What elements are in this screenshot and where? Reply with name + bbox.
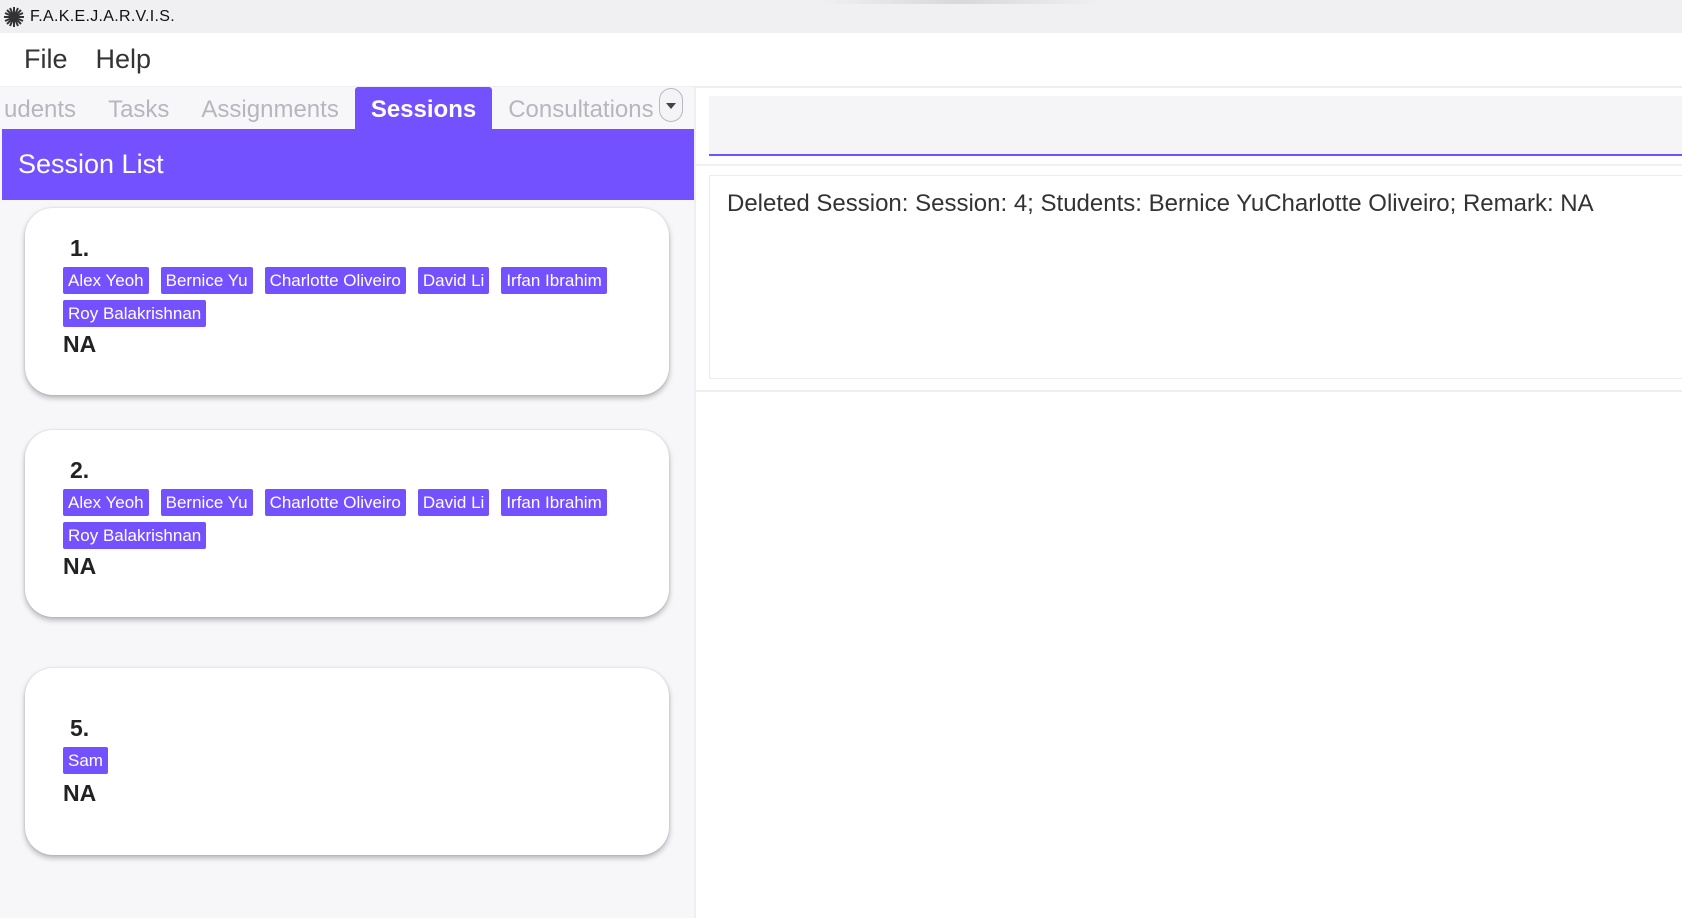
- student-tag: David Li: [417, 267, 490, 294]
- student-tag: Irfan Ibrahim: [501, 489, 607, 516]
- session-index: 1.: [70, 235, 90, 261]
- student-tag: Bernice Yu: [160, 267, 253, 294]
- student-tag: Alex Yeoh: [63, 267, 149, 294]
- command-box[interactable]: [709, 96, 1682, 156]
- student-tags: Alex Yeoh Bernice Yu Charlotte Oliveiro …: [63, 267, 623, 333]
- tab-strip: udents Tasks Assignments Sessions Consul…: [0, 87, 694, 129]
- title-bar-shading: [820, 0, 1100, 4]
- tab-assignments[interactable]: Assignments: [185, 87, 354, 129]
- window-title-bar: F.A.K.E.J.A.R.V.I.S.: [0, 0, 1682, 33]
- session-card[interactable]: 2. Alex Yeoh Bernice Yu Charlotte Olivei…: [25, 430, 669, 617]
- student-tag: Roy Balakrishnan: [63, 522, 207, 549]
- tab-sessions[interactable]: Sessions: [354, 87, 493, 129]
- left-pane: udents Tasks Assignments Sessions Consul…: [0, 87, 696, 918]
- student-tag: Roy Balakrishnan: [63, 300, 207, 327]
- command-area-divider: [694, 164, 1682, 166]
- session-remark: NA: [63, 780, 97, 806]
- session-card[interactable]: 5. Sam NA: [25, 668, 669, 855]
- chevron-down-icon: [666, 96, 676, 114]
- result-display: Deleted Session: Session: 4; Students: B…: [709, 175, 1682, 379]
- student-tags: Alex Yeoh Bernice Yu Charlotte Oliveiro …: [63, 489, 623, 555]
- tab-overflow-button[interactable]: [659, 88, 683, 122]
- menu-help[interactable]: Help: [96, 44, 152, 75]
- student-tag: Irfan Ibrahim: [501, 267, 607, 294]
- spiky-logo-icon: [3, 6, 25, 28]
- command-input[interactable]: [709, 96, 1682, 154]
- student-tag: Charlotte Oliveiro: [264, 489, 406, 516]
- session-card[interactable]: 1. Alex Yeoh Bernice Yu Charlotte Olivei…: [25, 208, 669, 395]
- window-title: F.A.K.E.J.A.R.V.I.S.: [30, 7, 176, 25]
- student-tag: Alex Yeoh: [63, 489, 149, 516]
- student-tag: Sam: [63, 747, 108, 774]
- tab-tasks[interactable]: Tasks: [92, 87, 185, 129]
- session-list-header: Session List: [2, 129, 694, 200]
- tab-consultations[interactable]: Consultations: [492, 87, 669, 129]
- session-remark: NA: [63, 331, 97, 357]
- session-remark: NA: [63, 553, 97, 579]
- student-tags: Sam: [63, 747, 623, 780]
- session-index: 2.: [70, 457, 90, 483]
- tab-students[interactable]: udents: [0, 87, 92, 129]
- result-divider: [694, 390, 1682, 392]
- menu-file[interactable]: File: [24, 44, 68, 75]
- student-tag: David Li: [417, 489, 490, 516]
- session-index: 5.: [70, 715, 90, 741]
- menu-bar: File Help: [0, 33, 1682, 88]
- result-message: Deleted Session: Session: 4; Students: B…: [727, 190, 1594, 217]
- student-tag: Bernice Yu: [160, 489, 253, 516]
- student-tag: Charlotte Oliveiro: [264, 267, 406, 294]
